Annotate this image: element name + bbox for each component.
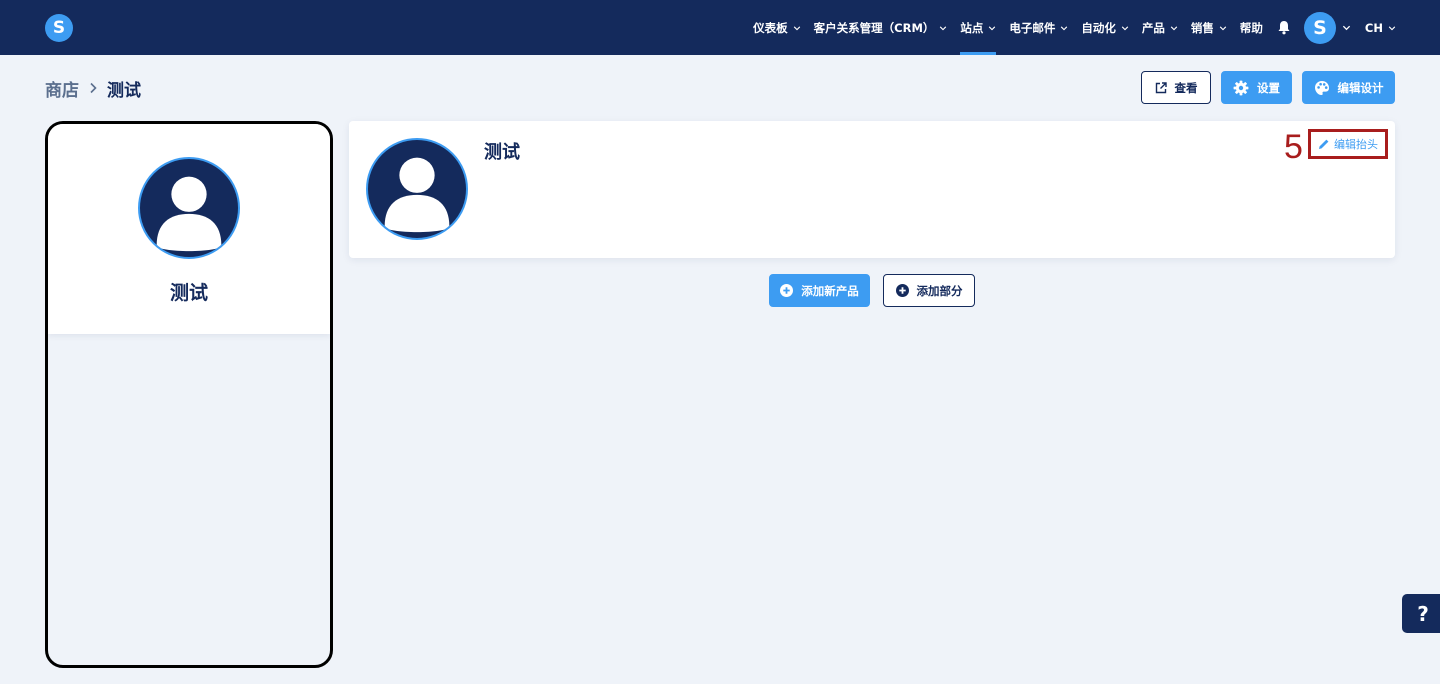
nav-item-label: 电子邮件 (1009, 20, 1056, 35)
shop-avatar (138, 157, 240, 259)
shop-avatar[interactable] (366, 138, 468, 240)
nav-item-sites[interactable]: 站点 (960, 0, 997, 55)
user-icon (156, 176, 222, 252)
logo[interactable]: S (45, 14, 73, 42)
shop-header-card: 测试 5 编辑抬头 (349, 121, 1395, 258)
add-section-button[interactable]: 添加部分 (883, 274, 975, 307)
nav-item-products[interactable]: 产品 (1142, 0, 1178, 55)
nav-item-help[interactable]: 帮助 (1240, 0, 1263, 55)
chevron-down-icon (1388, 25, 1396, 30)
settings-button[interactable]: 设置 (1221, 71, 1292, 104)
breadcrumb-current: 测试 (107, 80, 141, 101)
bell-icon (1278, 21, 1290, 35)
nav-item-label: 帮助 (1239, 20, 1263, 35)
settings-button-label: 设置 (1257, 80, 1280, 95)
chevron-right-icon (89, 82, 98, 94)
chevron-down-icon (1061, 25, 1068, 30)
nav-item-sales[interactable]: 销售 (1191, 0, 1227, 55)
breadcrumb: 商店 测试 (45, 76, 141, 101)
user-avatar[interactable]: S (1303, 11, 1336, 44)
chevron-down-icon (940, 25, 947, 30)
view-button-label: 查看 (1174, 80, 1198, 95)
chevron-down-icon (1170, 25, 1178, 30)
chevron-down-icon (1219, 25, 1227, 30)
preview-shop-title: 测试 (169, 282, 208, 304)
chevron-down-icon (1342, 25, 1351, 31)
nav-item-label: 站点 (960, 20, 984, 35)
plus-circle-icon (780, 284, 794, 297)
help-button[interactable]: ? (1402, 594, 1440, 633)
nav-item-label: 销售 (1190, 20, 1214, 35)
avatar-letter: S (1313, 16, 1327, 39)
nav-item-automation[interactable]: 自动化 (1081, 0, 1129, 55)
nav-item-label: 客户关系管理（CRM） (813, 20, 935, 35)
add-new-product-button[interactable]: 添加新产品 (769, 274, 870, 307)
plus-circle-icon (895, 284, 909, 297)
logo-letter: S (52, 18, 66, 38)
section-actions: 添加新产品 添加部分 (769, 274, 975, 307)
nav-item-email[interactable]: 电子邮件 (1009, 0, 1068, 55)
chevron-down-icon (989, 25, 996, 30)
preview-header: 测试 (48, 124, 330, 334)
user-menu-toggle[interactable] (1342, 0, 1351, 55)
shop-title: 测试 (484, 142, 520, 163)
pencil-icon (1318, 138, 1330, 150)
user-icon (384, 157, 450, 233)
chevron-down-icon (793, 25, 800, 30)
notifications-button[interactable] (1277, 0, 1291, 55)
breadcrumb-shop-link[interactable]: 商店 (45, 76, 79, 101)
edit-design-button-label: 编辑设计 (1337, 80, 1384, 95)
external-link-icon (1155, 81, 1167, 94)
nav-item-label: 产品 (1141, 20, 1165, 35)
nav-item-dashboard[interactable]: 仪表板 (753, 0, 801, 55)
view-button[interactable]: 查看 (1141, 71, 1211, 104)
edit-design-button[interactable]: 编辑设计 (1302, 71, 1395, 104)
nav-item-crm[interactable]: 客户关系管理（CRM） (814, 0, 948, 55)
language-label: CH (1364, 20, 1383, 35)
nav-item-label: 仪表板 (753, 20, 788, 35)
edit-header-label: 编辑抬头 (1334, 138, 1378, 151)
add-section-label: 添加部分 (916, 283, 963, 298)
shop-preview-panel: 测试 (45, 121, 333, 668)
palette-icon (1314, 80, 1330, 96)
edit-header-button[interactable]: 编辑抬头 (1308, 129, 1388, 159)
page-toolbar: 查看 设置 编辑设计 (1131, 71, 1395, 104)
language-selector[interactable]: CH (1365, 0, 1396, 55)
nav-item-label: 自动化 (1081, 20, 1116, 35)
step-number-annotation: 5 (1284, 128, 1303, 166)
help-label: ? (1417, 601, 1429, 626)
add-new-product-label: 添加新产品 (801, 283, 859, 298)
chevron-down-icon (1121, 25, 1129, 30)
gear-icon (1233, 80, 1249, 96)
main-nav: 仪表板 客户关系管理（CRM） 站点 电子邮件 自动化 产品 销售 帮助 S C… (753, 0, 1396, 55)
top-navigation-bar: S 仪表板 客户关系管理（CRM） 站点 电子邮件 自动化 产品 销售 帮助 S… (0, 0, 1440, 55)
